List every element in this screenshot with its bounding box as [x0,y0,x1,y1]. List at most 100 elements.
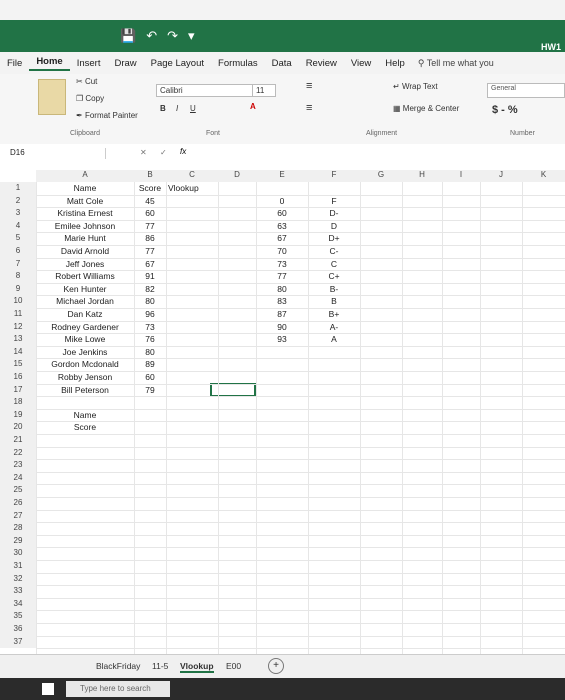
tab-home[interactable]: Home [29,56,70,71]
row-header[interactable]: 35 [0,610,36,623]
column-header-j[interactable]: J [480,170,523,182]
tab-insert[interactable]: Insert [70,58,108,69]
row-header[interactable]: 31 [0,560,36,573]
cell-a[interactable]: Name [36,182,134,195]
merge-center-button[interactable]: ▦ Merge & Center [393,104,459,113]
tab-draw[interactable]: Draw [107,58,143,69]
number-format-box[interactable]: General [487,83,565,98]
row-header[interactable]: 9 [0,282,36,296]
row-header[interactable]: 21 [0,434,36,447]
currency-button[interactable]: $ - % [492,104,518,116]
cell-a[interactable]: Kristina Ernest [36,207,134,220]
cell-a[interactable]: Emilee Johnson [36,220,134,233]
cell-a[interactable]: Matt Cole [36,195,134,208]
column-header-f[interactable]: F [308,170,361,182]
tab-formulas[interactable]: Formulas [211,58,265,69]
row-header[interactable]: 15 [0,358,36,371]
italic-button[interactable]: I [176,104,178,113]
cell-a[interactable]: Score [36,421,134,434]
row-header[interactable]: 18 [0,396,36,409]
cell-a[interactable]: Joe Jenkins [36,346,134,359]
cell-f[interactable]: F [308,195,360,208]
cell-a[interactable]: Robert Williams [36,270,134,283]
paste-button[interactable] [38,79,66,115]
cell-f[interactable]: C+ [308,270,360,283]
font-size-box[interactable]: 11 [252,84,276,97]
column-header-i[interactable]: I [442,170,481,182]
row-header[interactable]: 5 [0,232,36,245]
tell-me-box[interactable]: ⚲ Tell me what you [418,58,494,69]
sheet-tab-11-5[interactable]: 11-5 [152,661,168,671]
row-header[interactable]: 37 [0,635,36,649]
cell-a[interactable]: Rodney Gardener [36,321,134,334]
cell-b[interactable]: 76 [134,333,166,346]
tab-view[interactable]: View [344,58,378,69]
row-header[interactable]: 28 [0,522,36,535]
font-color-icon[interactable]: A [250,102,256,111]
row-header[interactable]: 32 [0,572,36,586]
cell-e[interactable]: 80 [256,283,308,296]
cell-e[interactable]: 90 [256,321,308,334]
row-header[interactable]: 4 [0,219,36,233]
cell-e[interactable]: 93 [256,333,308,346]
windows-start-icon[interactable] [42,683,54,695]
cell-b[interactable]: Score [134,182,166,195]
tab-file[interactable]: File [0,58,29,69]
column-header-g[interactable]: G [360,170,403,182]
cell-f[interactable]: C [308,258,360,271]
underline-button[interactable]: U [190,104,196,113]
enter-icon[interactable]: ✓ [160,148,167,157]
cell-e[interactable]: 0 [256,195,308,208]
row-header[interactable]: 26 [0,497,36,510]
cell-a[interactable]: Bill Peterson [36,384,134,397]
row-header[interactable]: 16 [0,371,36,384]
customize-icon[interactable]: ▾ [188,28,195,44]
formula-input[interactable] [200,146,560,160]
cell-f[interactable]: A [308,333,360,346]
column-header-h[interactable]: H [402,170,443,182]
tab-data[interactable]: Data [265,58,299,69]
cell-f[interactable]: D+ [308,232,360,245]
row-header[interactable]: 20 [0,421,36,434]
row-header[interactable]: 29 [0,534,36,548]
format-painter-button[interactable]: ✒ Format Painter [76,111,138,120]
row-header[interactable]: 3 [0,207,36,220]
cell-b[interactable]: 89 [134,358,166,371]
taskbar-search[interactable]: Type here to search [66,681,170,697]
tab-review[interactable]: Review [299,58,344,69]
cell-a[interactable]: Michael Jordan [36,295,134,308]
wrap-text-button[interactable]: ↵ Wrap Text [393,82,438,91]
redo-icon[interactable]: ↷ [167,28,178,44]
cell-a[interactable]: Mike Lowe [36,333,134,346]
cell-f[interactable]: D [308,220,360,233]
row-header[interactable]: 13 [0,333,36,346]
cell-b[interactable]: 45 [134,195,166,208]
row-header[interactable]: 19 [0,408,36,422]
cell-a[interactable]: Name [36,409,134,422]
cell-a[interactable]: Robby Jenson [36,371,134,384]
cell-a[interactable]: Jeff Jones [36,258,134,271]
cell-a[interactable]: David Arnold [36,245,134,258]
cell-b[interactable]: 80 [134,295,166,308]
tab-help[interactable]: Help [378,58,412,69]
cell-f[interactable]: D- [308,207,360,220]
row-header[interactable]: 8 [0,270,36,283]
cell-b[interactable]: 86 [134,232,166,245]
cell-e[interactable]: 83 [256,295,308,308]
fx-label[interactable]: fx [180,147,186,156]
column-header-a[interactable]: A [36,170,135,182]
row-header[interactable]: 17 [0,383,36,397]
row-header[interactable]: 30 [0,547,36,560]
row-header[interactable]: 6 [0,245,36,258]
row-header[interactable]: 23 [0,459,36,472]
spreadsheet-grid[interactable]: A B C D E F G H I J K 1 2 3 4 5 6 7 8 9 10 11 12 13 1… [0,164,565,654]
column-header-d[interactable]: D [218,170,257,182]
cell-b[interactable]: 82 [134,283,166,296]
cell-e[interactable]: 73 [256,258,308,271]
align-left-icon[interactable]: ≡ [306,102,312,114]
cell-f[interactable]: B [308,295,360,308]
cell-e[interactable]: 63 [256,220,308,233]
row-header[interactable]: 22 [0,446,36,460]
cell-b[interactable]: 60 [134,371,166,384]
column-header-e[interactable]: E [256,170,309,182]
